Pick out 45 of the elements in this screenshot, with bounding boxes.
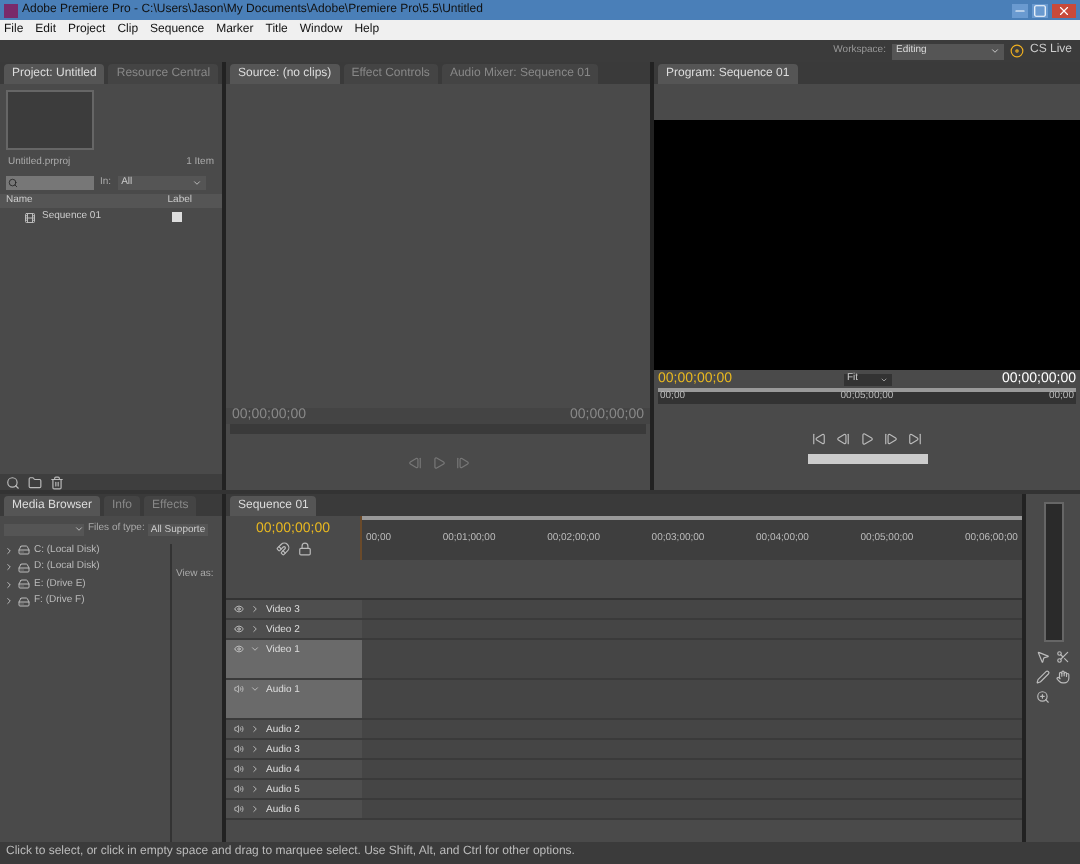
drive-icon [18,544,30,557]
speaker-icon[interactable] [234,804,244,814]
zoom-icon[interactable] [1036,690,1050,704]
hand-icon[interactable] [1056,670,1070,684]
play-icon[interactable] [860,431,874,445]
skip-forward-icon[interactable] [908,431,922,445]
cs-live-icon[interactable] [1009,44,1024,58]
folder-icon[interactable] [28,475,42,489]
step-forward-icon[interactable] [884,431,898,445]
eye-icon[interactable] [234,604,244,614]
lock-icon[interactable] [297,541,311,555]
speaker-icon[interactable] [234,744,244,754]
speaker-icon[interactable] [234,684,244,694]
caret-icon [191,177,202,188]
eye-icon[interactable] [234,624,244,634]
close-icon[interactable] [1052,3,1076,17]
jog-bar[interactable] [807,453,927,463]
drive-icon [18,578,30,591]
audio-meter [1043,502,1063,642]
search-icon[interactable] [6,475,20,489]
caret-icon [74,523,84,534]
drive-icon [18,561,30,574]
speaker-icon[interactable] [234,784,244,794]
delete-icon[interactable] [50,475,64,489]
search-icon [8,177,18,188]
drive-icon [18,595,30,608]
pointer-icon[interactable] [1036,650,1050,664]
snap-icon[interactable] [275,541,289,555]
maximize-icon[interactable] [1032,3,1048,17]
speaker-icon[interactable] [234,764,244,774]
scissors-icon[interactable] [1056,650,1070,664]
eye-icon[interactable] [234,644,244,654]
label-swatch [172,212,182,222]
pen-icon[interactable] [1036,670,1050,684]
speaker-icon[interactable] [234,724,244,734]
minimize-icon[interactable] [1012,3,1028,17]
thumbnail [6,90,94,150]
sequence-icon [24,211,36,223]
caret-icon [989,46,1000,56]
collapse-icon[interactable] [250,684,260,694]
search-field[interactable] [6,175,94,190]
step-back-icon[interactable] [836,431,850,445]
collapse-icon[interactable] [250,644,260,654]
app-icon [4,3,18,17]
skip-back-icon[interactable] [812,431,826,445]
